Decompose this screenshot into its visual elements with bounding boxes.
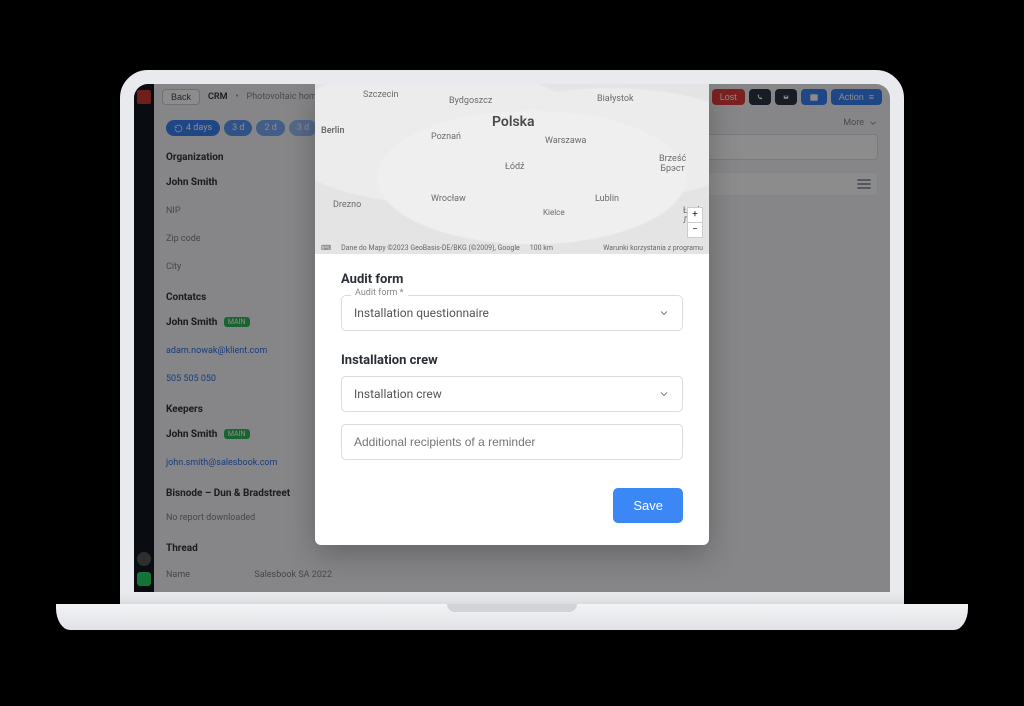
crew-value: Installation crew — [354, 387, 442, 401]
map-label-bydgoszcz: Bydgoszcz — [449, 96, 492, 106]
map-label-bialystok: Białystok — [597, 94, 634, 104]
map-zoom: + − — [687, 207, 703, 238]
crew-section-title: Installation crew — [341, 353, 683, 368]
map-credits: ⌨ Dane do Mapy ©2023 GeoBasis-DE/BKG (©2… — [321, 244, 703, 252]
map-label-lodz: Łódź — [505, 162, 525, 172]
laptop-base — [56, 604, 968, 630]
map-credits-left: Dane do Mapy ©2023 GeoBasis-DE/BKG (©200… — [341, 244, 520, 252]
modal-body: Audit form Audit form * Installation que… — [315, 254, 709, 545]
chevron-down-icon — [658, 388, 670, 400]
map-credits-right[interactable]: Warunki korzystania z programu — [603, 244, 703, 252]
chevron-down-icon — [658, 307, 670, 319]
audit-form-label: Audit form * — [351, 288, 408, 298]
zoom-in-button[interactable]: + — [688, 208, 702, 223]
map-scale: 100 km — [530, 244, 553, 252]
map-label-kielce: Kielce — [543, 208, 565, 217]
map-label-warszawa: Warszawa — [545, 136, 586, 146]
zoom-out-button[interactable]: − — [688, 223, 702, 237]
audit-form-select[interactable]: Installation questionnaire — [341, 295, 683, 331]
map-label-poznan: Poznań — [431, 132, 461, 142]
audit-form-value: Installation questionnaire — [354, 306, 489, 320]
save-button[interactable]: Save — [613, 488, 683, 523]
map-label-szczecin: Szczecin — [363, 90, 399, 100]
map-label-drezno: Drezno — [333, 200, 361, 210]
map[interactable]: Szczecin Bydgoszcz Białystok Berlin Pozn… — [315, 84, 709, 254]
map-label-brzesc: Brześć Брэст — [659, 154, 686, 174]
map-label-wroclaw: Wrocław — [431, 194, 466, 204]
map-label-lublin: Lublin — [595, 194, 619, 204]
map-label-berlin: Berlin — [321, 126, 345, 136]
map-label-polska: Polska — [492, 114, 535, 130]
audit-modal: Szczecin Bydgoszcz Białystok Berlin Pozn… — [315, 84, 709, 545]
app-root: Back CRM • Photovoltaic home John Sm… Wo… — [134, 84, 890, 592]
audit-section-title: Audit form — [341, 272, 683, 287]
crew-select[interactable]: Installation crew — [341, 376, 683, 412]
map-keyboard-icon: ⌨ — [321, 244, 331, 252]
recipients-input[interactable] — [341, 424, 683, 460]
laptop-viewport: Back CRM • Photovoltaic home John Sm… Wo… — [120, 70, 904, 606]
